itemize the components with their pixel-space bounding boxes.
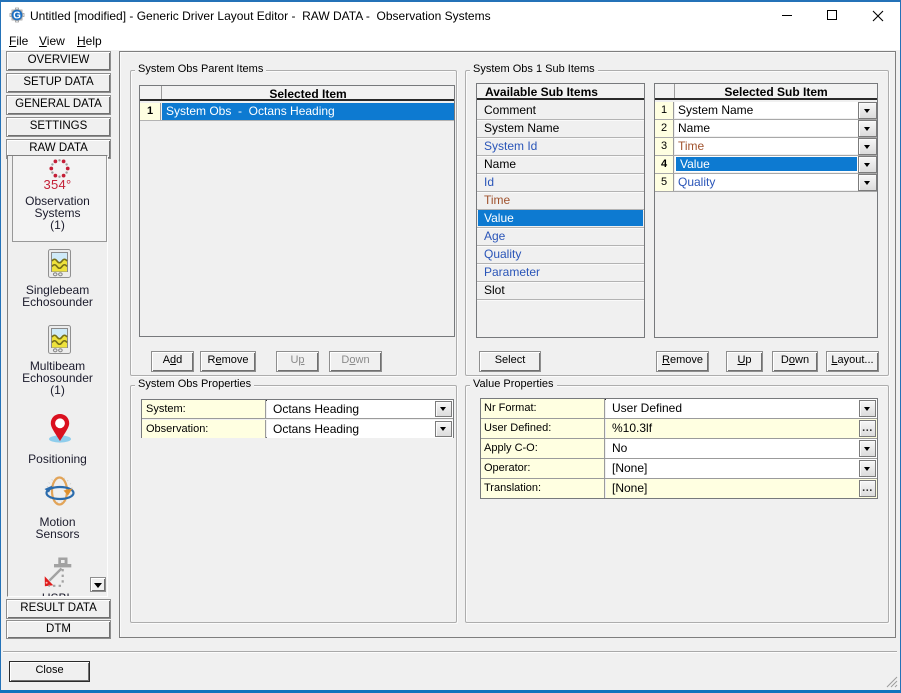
- svg-text:G: G: [13, 11, 21, 22]
